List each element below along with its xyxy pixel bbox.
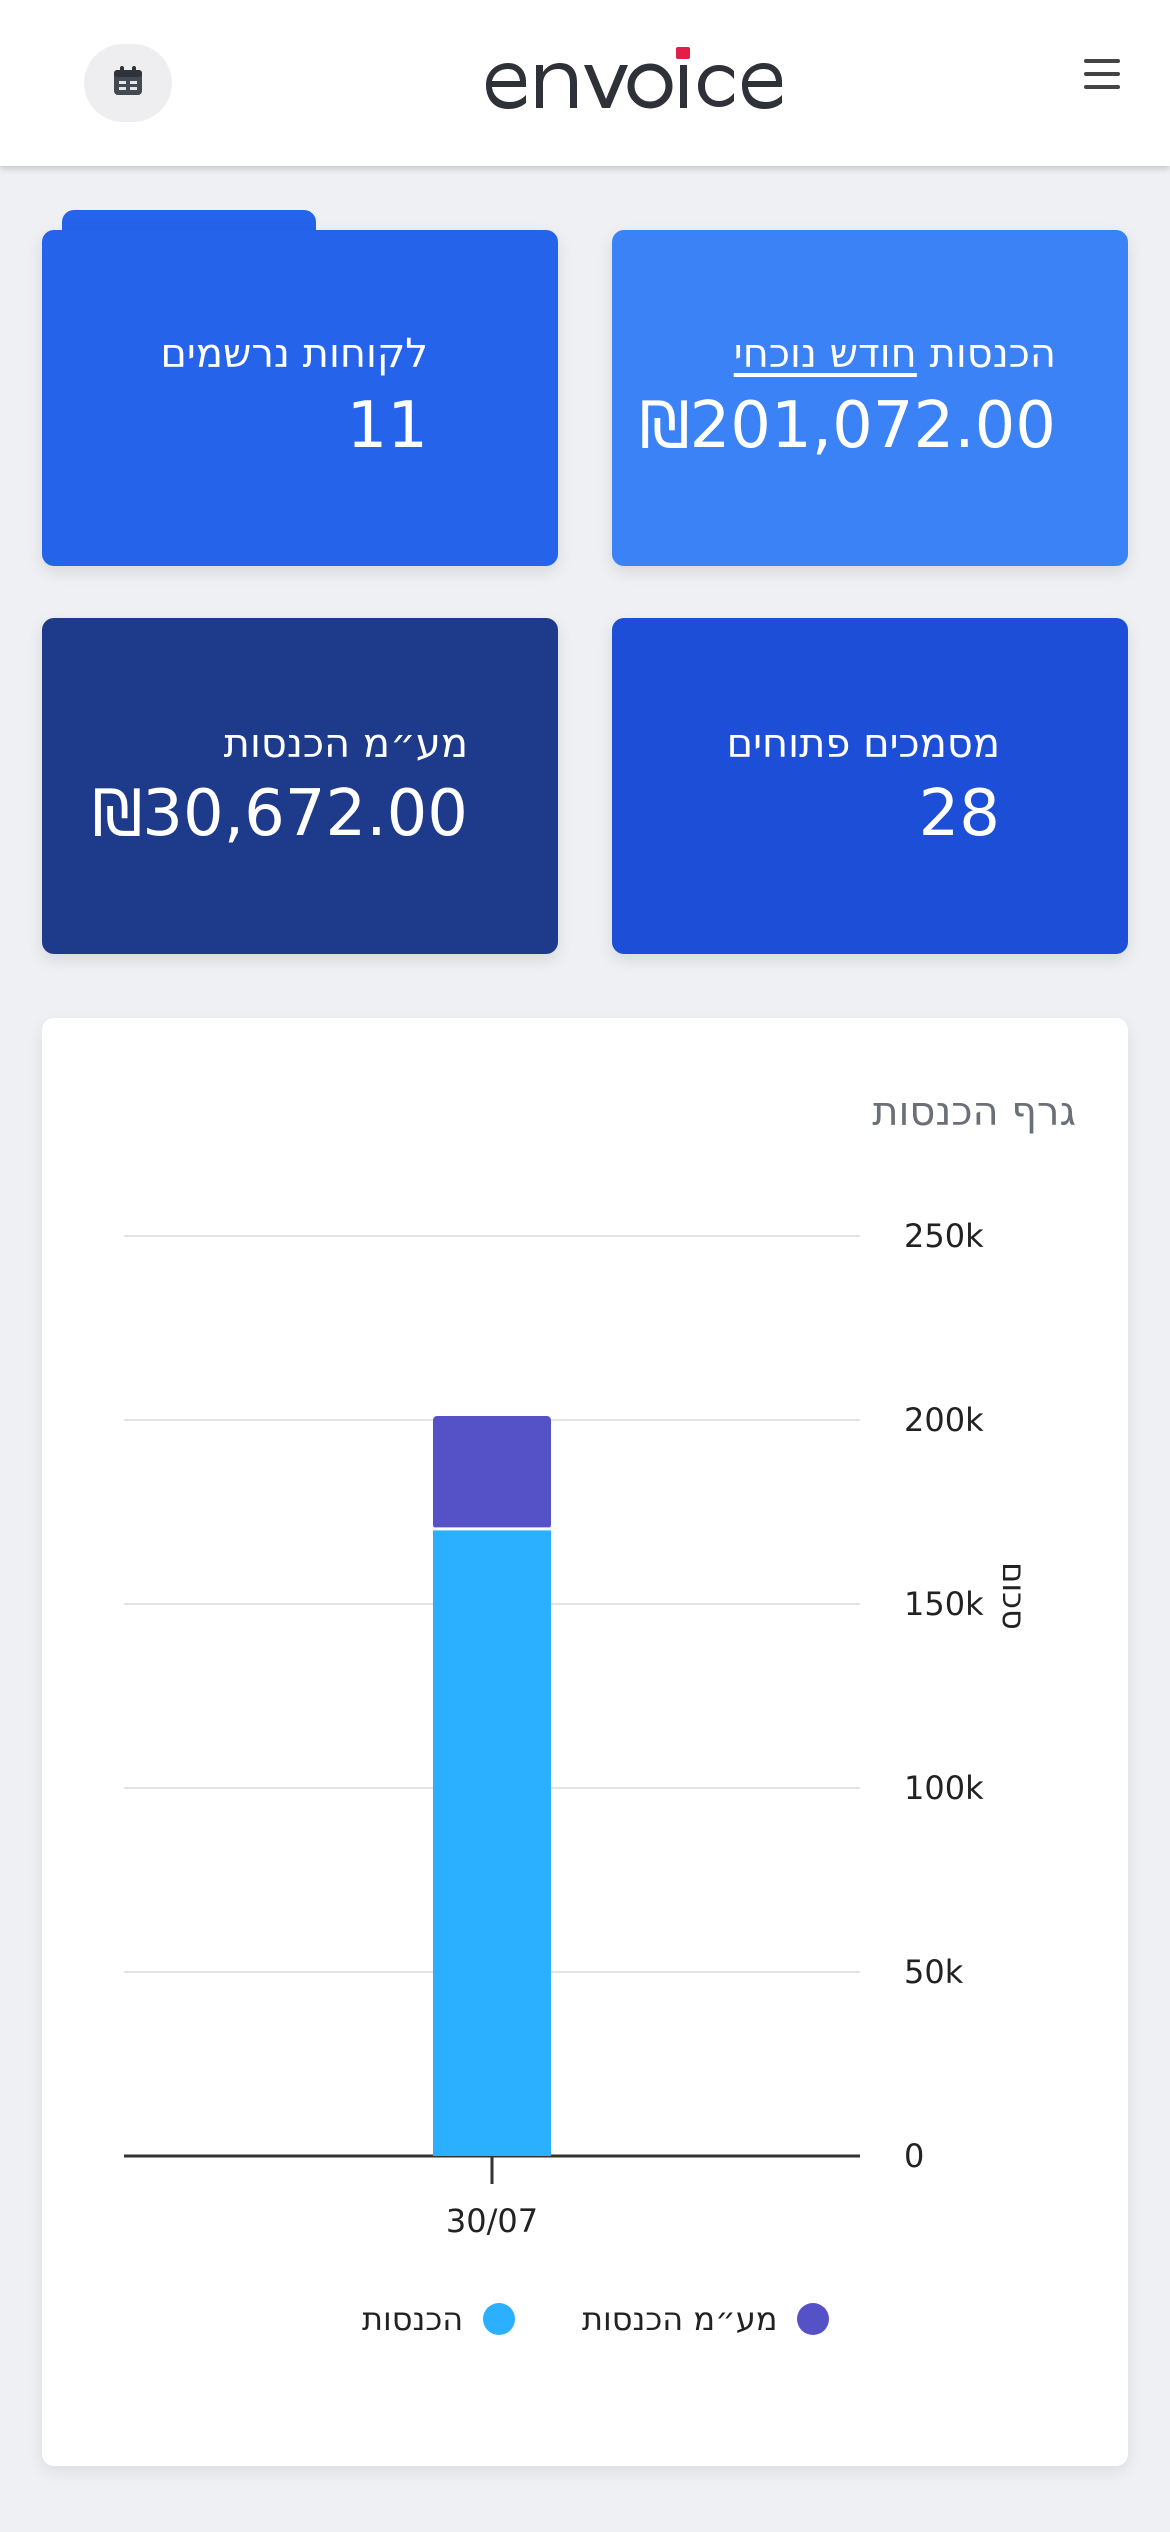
bar-segment-income — [433, 1528, 551, 2156]
y-tick-label: 200k — [904, 1401, 984, 1439]
legend-item-vat[interactable]: מע״מ הכנסות — [582, 2300, 830, 2338]
y-tick-label: 50k — [904, 1953, 964, 1991]
income-chart: 0 50k 100k 150k 200k 250k 30/07 סכום — [124, 1217, 1033, 2240]
legend-marker-vat — [797, 2303, 830, 2335]
y-tick-label: 0 — [904, 2137, 924, 2175]
bar-segment-vat — [433, 1416, 551, 1529]
y-tick-label: 250k — [904, 1217, 984, 1255]
y-tick-label: 100k — [904, 1769, 984, 1807]
legend-label-income: הכנסות — [362, 2300, 464, 2338]
x-tick-label: 30/07 — [446, 2202, 538, 2240]
legend-marker-income — [483, 2303, 516, 2335]
y-axis-title: סכום — [995, 1562, 1033, 1630]
legend-item-income[interactable]: הכנסות — [362, 2300, 516, 2338]
legend-label-vat: מע״מ הכנסות — [582, 2300, 778, 2338]
y-tick-label: 150k — [904, 1585, 984, 1623]
